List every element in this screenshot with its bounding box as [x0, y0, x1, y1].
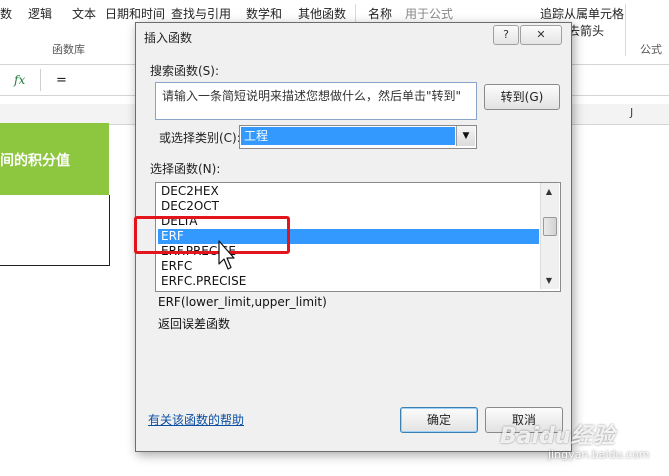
- list-item[interactable]: ERFC.PRECISE: [158, 274, 539, 289]
- category-label: 或选择类别(C):: [159, 131, 241, 145]
- goto-button[interactable]: 转到(G): [484, 84, 560, 110]
- help-icon[interactable]: ?: [493, 25, 519, 45]
- ribbon-item-logical[interactable]: 逻辑: [28, 5, 52, 22]
- ribbon-group-formula-auditing: 公式: [640, 43, 662, 56]
- ribbon-separator: [625, 4, 626, 56]
- ribbon-item-more-functions[interactable]: 其他函数: [298, 5, 346, 22]
- search-input-text: 请输入一条简短说明来描述您想做什么，然后单击"转到": [162, 89, 462, 103]
- fx-icon[interactable]: fx: [14, 73, 25, 87]
- watermark-logo: Baidu经验: [500, 424, 615, 449]
- dialog-title: 插入函数: [144, 31, 193, 45]
- watermark-url: jingyan.baidu.com: [548, 448, 650, 461]
- mouse-pointer-icon: [218, 240, 235, 270]
- sheet-cell[interactable]: [0, 195, 110, 266]
- close-icon[interactable]: ✕: [520, 25, 562, 45]
- list-item[interactable]: DEC2HEX: [158, 184, 539, 199]
- function-signature: ERF(lower_limit,upper_limit): [158, 295, 327, 309]
- chevron-down-icon[interactable]: ▼: [456, 126, 475, 146]
- function-list-label: 选择函数(N):: [150, 162, 221, 176]
- ribbon-group-function-library: 函数库: [52, 43, 85, 56]
- highlight-box: [134, 216, 290, 254]
- ribbon-item-text[interactable]: 文本: [72, 5, 96, 22]
- ribbon-item-lookup[interactable]: 查找与引用: [171, 5, 231, 22]
- function-help-link[interactable]: 有关该函数的帮助: [148, 411, 244, 428]
- sheet-header-text: 间的积分值: [0, 153, 70, 169]
- list-item[interactable]: ERFC: [158, 259, 539, 274]
- ribbon-item-mathtrig[interactable]: 数学和: [246, 5, 282, 22]
- ok-button[interactable]: 确定: [400, 407, 478, 433]
- list-item[interactable]: DEC2OCT: [158, 199, 539, 214]
- scroll-up-icon[interactable]: ▲: [540, 183, 558, 200]
- ribbon-item-trace-dependents[interactable]: 追踪从属单元格: [540, 5, 624, 22]
- ribbon-item-use-in-formula[interactable]: 用于公式: [405, 5, 453, 22]
- scrollbar-thumb[interactable]: [543, 217, 557, 236]
- scroll-down-icon[interactable]: ▼: [540, 272, 558, 289]
- ribbon-item-name-manager[interactable]: 名称: [368, 5, 392, 22]
- ribbon-item-math[interactable]: 数: [0, 5, 12, 22]
- category-selected-value: 工程: [241, 127, 455, 145]
- formula-bar-divider: [40, 69, 41, 91]
- column-header-j[interactable]: J: [630, 106, 633, 119]
- search-label: 搜索函数(S):: [150, 64, 220, 78]
- ribbon-item-datetime[interactable]: 日期和时间: [105, 5, 165, 22]
- formula-input[interactable]: =: [56, 73, 67, 88]
- function-description: 返回误差函数: [158, 317, 231, 331]
